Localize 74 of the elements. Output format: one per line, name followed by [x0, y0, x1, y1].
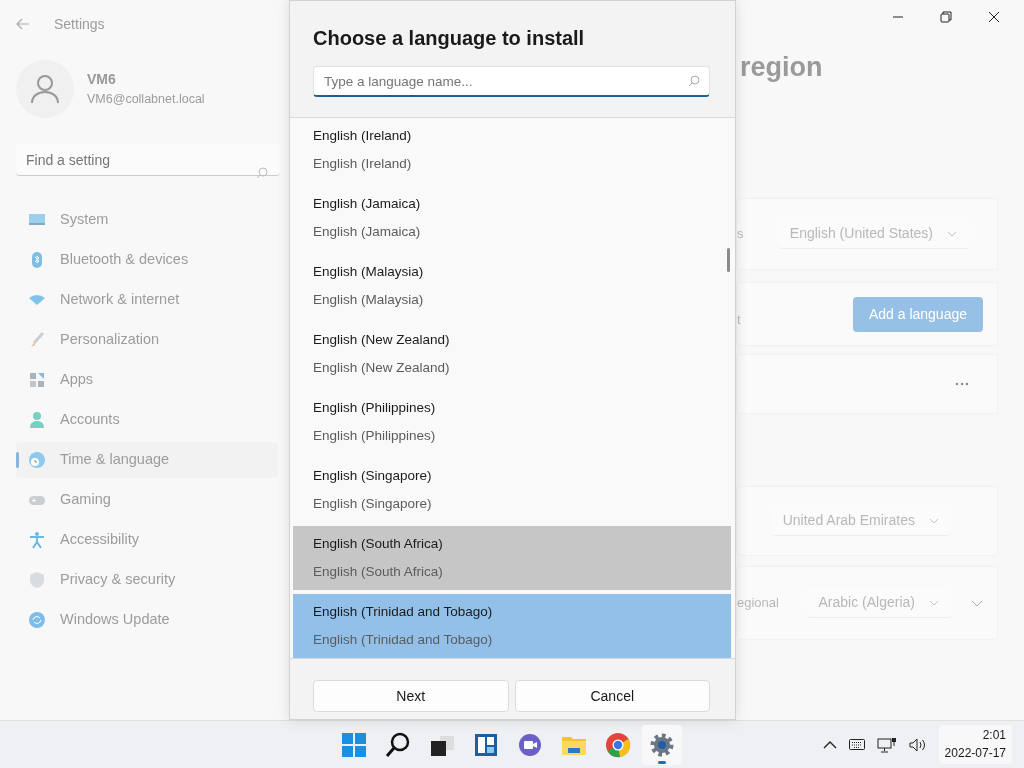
- language-item[interactable]: English (Philippines) English (Philippines): [293, 390, 731, 454]
- scrollbar-thumb[interactable]: [727, 248, 730, 272]
- chevron-down-icon: [929, 517, 939, 524]
- restore-icon[interactable]: [940, 11, 952, 23]
- language-item[interactable]: English (Singapore) English (Singapore): [293, 458, 731, 522]
- chevron-down-icon: [947, 230, 957, 237]
- nav-item[interactable]: Privacy & security: [16, 562, 278, 598]
- shield-icon: [28, 571, 46, 589]
- window-title: Settings: [54, 14, 105, 34]
- nav-item[interactable]: Personalization: [16, 322, 278, 358]
- language-native-name: English (South Africa): [313, 563, 444, 581]
- language-name: English (Jamaica): [313, 194, 422, 213]
- browser-icon: [604, 730, 632, 759]
- next-button[interactable]: Next: [313, 680, 509, 712]
- nav-item[interactable]: Time & language: [16, 442, 278, 478]
- language-native-name: English (New Zealand): [313, 359, 451, 377]
- language-item[interactable]: English (Ireland) English (Ireland): [293, 118, 731, 182]
- accessibility-icon: [28, 531, 46, 549]
- language-native-name: English (Malaysia): [313, 291, 425, 309]
- cancel-button[interactable]: Cancel: [514, 680, 710, 712]
- nav-item[interactable]: Apps: [16, 362, 278, 398]
- language-name: English (New Zealand): [313, 330, 451, 349]
- nav-item[interactable]: System: [16, 202, 278, 238]
- network-icon[interactable]: [876, 736, 897, 753]
- clock-date: 2022-07-17: [944, 744, 1006, 762]
- page-title: region: [740, 51, 824, 84]
- language-item[interactable]: English (Jamaica) English (Jamaica): [293, 186, 731, 250]
- language-name: English (South Africa): [313, 534, 444, 553]
- language-name: English (Malaysia): [313, 262, 425, 281]
- setting-label: t: [737, 310, 741, 329]
- language-search-field[interactable]: Type a language name...: [313, 66, 710, 97]
- setting-label: s: [737, 225, 744, 244]
- language-native-name: English (Philippines): [313, 427, 437, 445]
- brush-icon: [28, 331, 46, 349]
- language-item[interactable]: English (New Zealand) English (New Zealand): [293, 322, 731, 386]
- language-native-name: English (Jamaica): [313, 223, 422, 241]
- language-name: English (Trinidad and Tobago): [313, 602, 494, 621]
- nav-item[interactable]: Network & internet: [16, 282, 278, 318]
- nav-item[interactable]: Bluetooth & devices: [16, 242, 278, 278]
- keyboard-icon[interactable]: [848, 739, 865, 750]
- apps-icon: [28, 371, 46, 389]
- chevron-down-icon: [929, 599, 939, 606]
- add-language-button[interactable]: Add a language: [852, 296, 983, 332]
- more-icon[interactable]: [955, 382, 969, 386]
- user-name: VM6: [87, 70, 117, 90]
- nav-item[interactable]: Gaming: [16, 482, 278, 518]
- nav-item[interactable]: Accessibility: [16, 522, 278, 558]
- language-native-name: English (Singapore): [313, 495, 433, 513]
- search-icon: [384, 730, 412, 759]
- language-name: English (Ireland): [313, 126, 413, 145]
- language-name: English (Singapore): [313, 466, 433, 485]
- language-native-name: English (Ireland): [313, 155, 413, 173]
- person-icon: [30, 74, 60, 104]
- language-item[interactable]: English (Trinidad and Tobago) English (Trinidad and Tobago): [293, 594, 731, 658]
- setting-label: egional: [737, 594, 779, 613]
- close-icon[interactable]: [988, 11, 1000, 23]
- volume-icon[interactable]: [908, 737, 927, 752]
- clock[interactable]: 2:01 2022-07-17: [938, 725, 1012, 764]
- sync-icon: [28, 611, 46, 629]
- nav-item[interactable]: Windows Update: [16, 602, 278, 638]
- windows-logo-icon: [340, 730, 368, 759]
- taskbar-app[interactable]: [642, 724, 682, 765]
- language-item[interactable]: English (Malaysia) English (Malaysia): [293, 254, 731, 318]
- dialog-title: Choose a language to install: [313, 26, 586, 51]
- language-item[interactable]: English (South Africa) English (South Africa): [293, 526, 731, 590]
- clock-globe-icon: [28, 451, 46, 469]
- language-native-name: English (Trinidad and Tobago): [313, 631, 494, 649]
- language-name: English (Philippines): [313, 398, 437, 417]
- person-icon: [28, 411, 46, 429]
- user-email: VM6@collabnet.local: [87, 91, 205, 109]
- clock-time: 2:01: [981, 727, 1006, 745]
- chevron-up-icon[interactable]: [822, 740, 837, 749]
- search-icon: [688, 75, 700, 87]
- nav-item[interactable]: Accounts: [16, 402, 278, 438]
